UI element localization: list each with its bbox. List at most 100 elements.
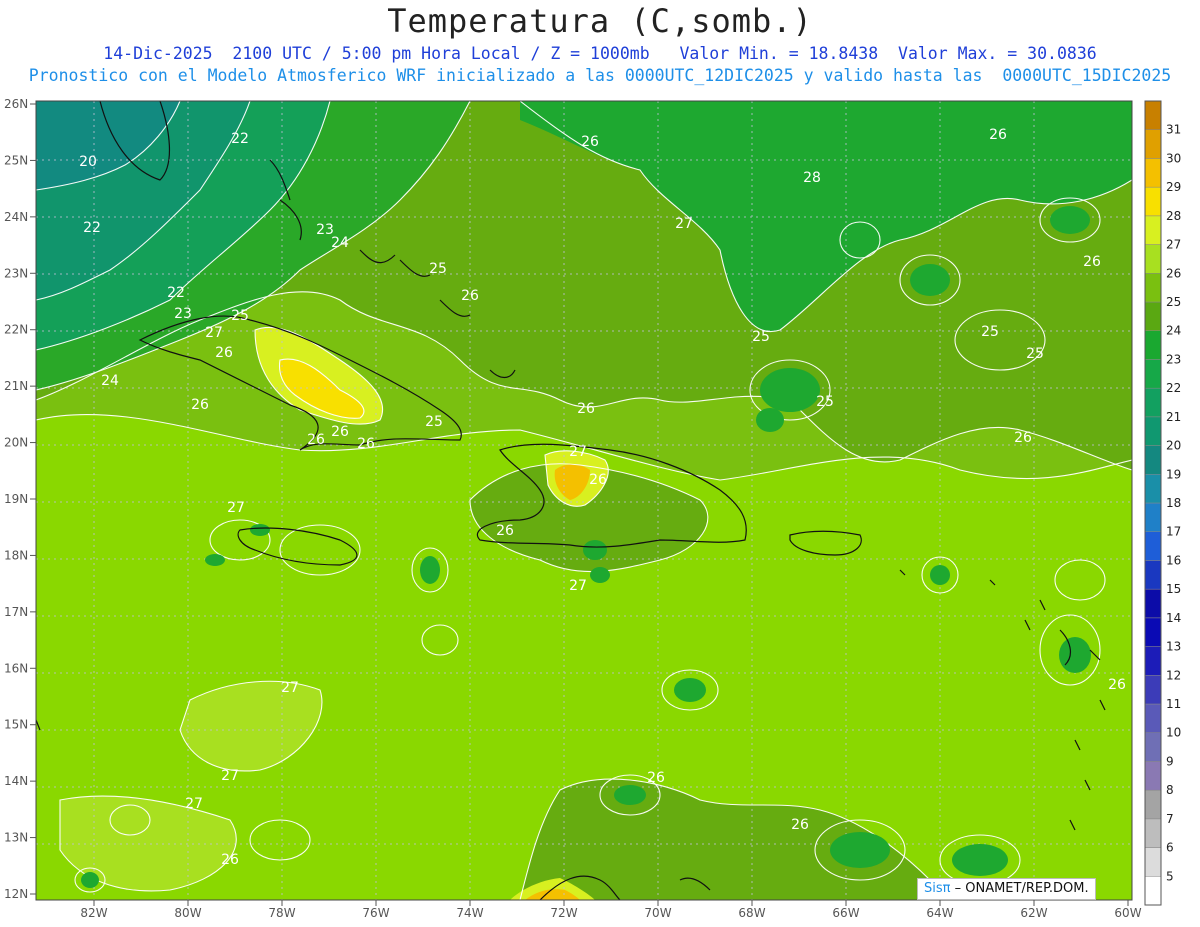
colorbar-swatch	[1144, 703, 1162, 733]
contour-label: 26	[589, 472, 607, 488]
longitude-axis: 82W 80W 78W 76W 74W 72W 70W 68W 66W 64W 62W 60W	[80, 900, 1142, 920]
colorbar-swatch	[1144, 416, 1162, 446]
colorbar-swatch	[1144, 588, 1162, 619]
colorbar-label: 6	[1166, 841, 1174, 855]
colorbar-label: 8	[1166, 783, 1174, 797]
colorbar-label: 5	[1166, 869, 1174, 883]
colorbar-swatch	[1144, 789, 1162, 820]
contour-label: 27	[675, 216, 693, 232]
contour-label: 26	[577, 401, 595, 417]
contour-label: 26	[221, 852, 239, 868]
contour-label: 26	[496, 523, 514, 539]
contour-label: 27	[569, 444, 587, 460]
contour-label: 26	[989, 127, 1007, 143]
lon-label: 66W	[832, 906, 859, 920]
contour-label: 22	[231, 131, 249, 147]
contour-label: 26	[191, 397, 209, 413]
lon-label: 60W	[1114, 906, 1141, 920]
colorbar-swatch	[1144, 617, 1162, 647]
colorbar-label: 12	[1166, 668, 1181, 682]
colorbar-swatch	[1144, 531, 1162, 561]
colorbar-label: 10	[1166, 726, 1181, 740]
lat-label: 26N	[4, 97, 28, 111]
colorbar-swatch	[1144, 129, 1162, 159]
lon-label: 70W	[644, 906, 671, 920]
colorbar-label: 27	[1166, 238, 1181, 252]
contour-label: 27	[281, 680, 299, 696]
contour-label: 26	[331, 424, 349, 440]
contour-label: 26	[647, 770, 665, 786]
contour-label: 23	[174, 306, 192, 322]
contour-label: 27	[205, 325, 223, 341]
contour-label: 24	[101, 373, 119, 389]
colorbar-label: 7	[1166, 812, 1174, 826]
colorbar-swatch	[1144, 876, 1162, 906]
lon-label: 64W	[926, 906, 953, 920]
colorbar-swatch	[1144, 244, 1162, 274]
contour-label: 27	[227, 500, 245, 516]
colorbar-swatch	[1144, 273, 1162, 303]
colorbar-label: 9	[1166, 754, 1174, 768]
contour-label: 27	[221, 768, 239, 784]
latitude-axis: 26N 25N 24N 23N 22N 21N 20N 19N 18N 17N 16N 15N 14N 1…	[4, 97, 36, 901]
lon-label: 62W	[1020, 906, 1047, 920]
contour-label: 26	[581, 134, 599, 150]
colorbar-swatch	[1144, 445, 1162, 475]
lat-label: 24N	[4, 210, 28, 224]
credit-text: – ONAMET/REP.DOM.	[950, 881, 1089, 896]
temperature-map: 2022222223272526242623242526262728262625…	[4, 97, 1181, 920]
colorbar-label: 25	[1166, 295, 1181, 309]
lon-label: 78W	[268, 906, 295, 920]
colorbar-label: 11	[1166, 697, 1181, 711]
colorbar-swatch	[1144, 100, 1162, 130]
colorbar-swatch	[1144, 301, 1162, 331]
colorbar-label: 23	[1166, 352, 1181, 366]
colorbar-label: 20	[1166, 439, 1181, 453]
contour-label: 22	[167, 285, 185, 301]
lat-label: 19N	[4, 492, 28, 506]
contour-label: 25	[981, 324, 999, 340]
contour-label: 25	[1026, 346, 1044, 362]
colorbar-label: 15	[1166, 582, 1181, 596]
colorbar-swatch	[1144, 359, 1162, 389]
colorbar-swatch	[1144, 732, 1162, 762]
colorbar-label: 14	[1166, 611, 1181, 625]
colorbar-label: 13	[1166, 640, 1181, 654]
colorbar-label: 22	[1166, 381, 1181, 395]
contour-label: 25	[231, 308, 249, 324]
colorbar-swatch	[1144, 186, 1162, 217]
contour-label: 25	[429, 261, 447, 277]
colorbar-swatch	[1144, 847, 1162, 877]
colorbar-swatch	[1144, 761, 1162, 791]
lat-label: 21N	[4, 379, 28, 393]
lon-label: 72W	[550, 906, 577, 920]
contour-label: 26	[1108, 677, 1126, 693]
contour-label: 27	[185, 796, 203, 812]
colorbar-swatch	[1144, 502, 1162, 532]
contour-label: 26	[307, 432, 325, 448]
colorbar-label: 31	[1166, 123, 1181, 137]
contour-label: 27	[569, 578, 587, 594]
contour-label: 25	[816, 394, 834, 410]
colorbar-swatch	[1144, 158, 1162, 188]
contour-label: 24	[331, 235, 349, 251]
lon-label: 80W	[174, 906, 201, 920]
colorbar-label: 24	[1166, 324, 1181, 338]
lon-label: 76W	[362, 906, 389, 920]
colorbar-label: 30	[1166, 151, 1181, 165]
credit-brand: Sisπ	[924, 881, 951, 896]
colorbar-label: 19	[1166, 467, 1181, 481]
lat-label: 14N	[4, 774, 28, 788]
lat-label: 17N	[4, 605, 28, 619]
colorbar-label: 29	[1166, 180, 1181, 194]
lat-label: 20N	[4, 436, 28, 450]
lat-label: 18N	[4, 548, 28, 562]
colorbar-swatch	[1144, 387, 1162, 418]
contour-label: 26	[1083, 254, 1101, 270]
colorbar-swatch	[1144, 474, 1162, 504]
lat-label: 23N	[4, 266, 28, 280]
colorbar-label: 21	[1166, 410, 1181, 424]
lat-label: 13N	[4, 831, 28, 845]
colorbar-swatch	[1144, 818, 1162, 848]
lon-label: 68W	[738, 906, 765, 920]
